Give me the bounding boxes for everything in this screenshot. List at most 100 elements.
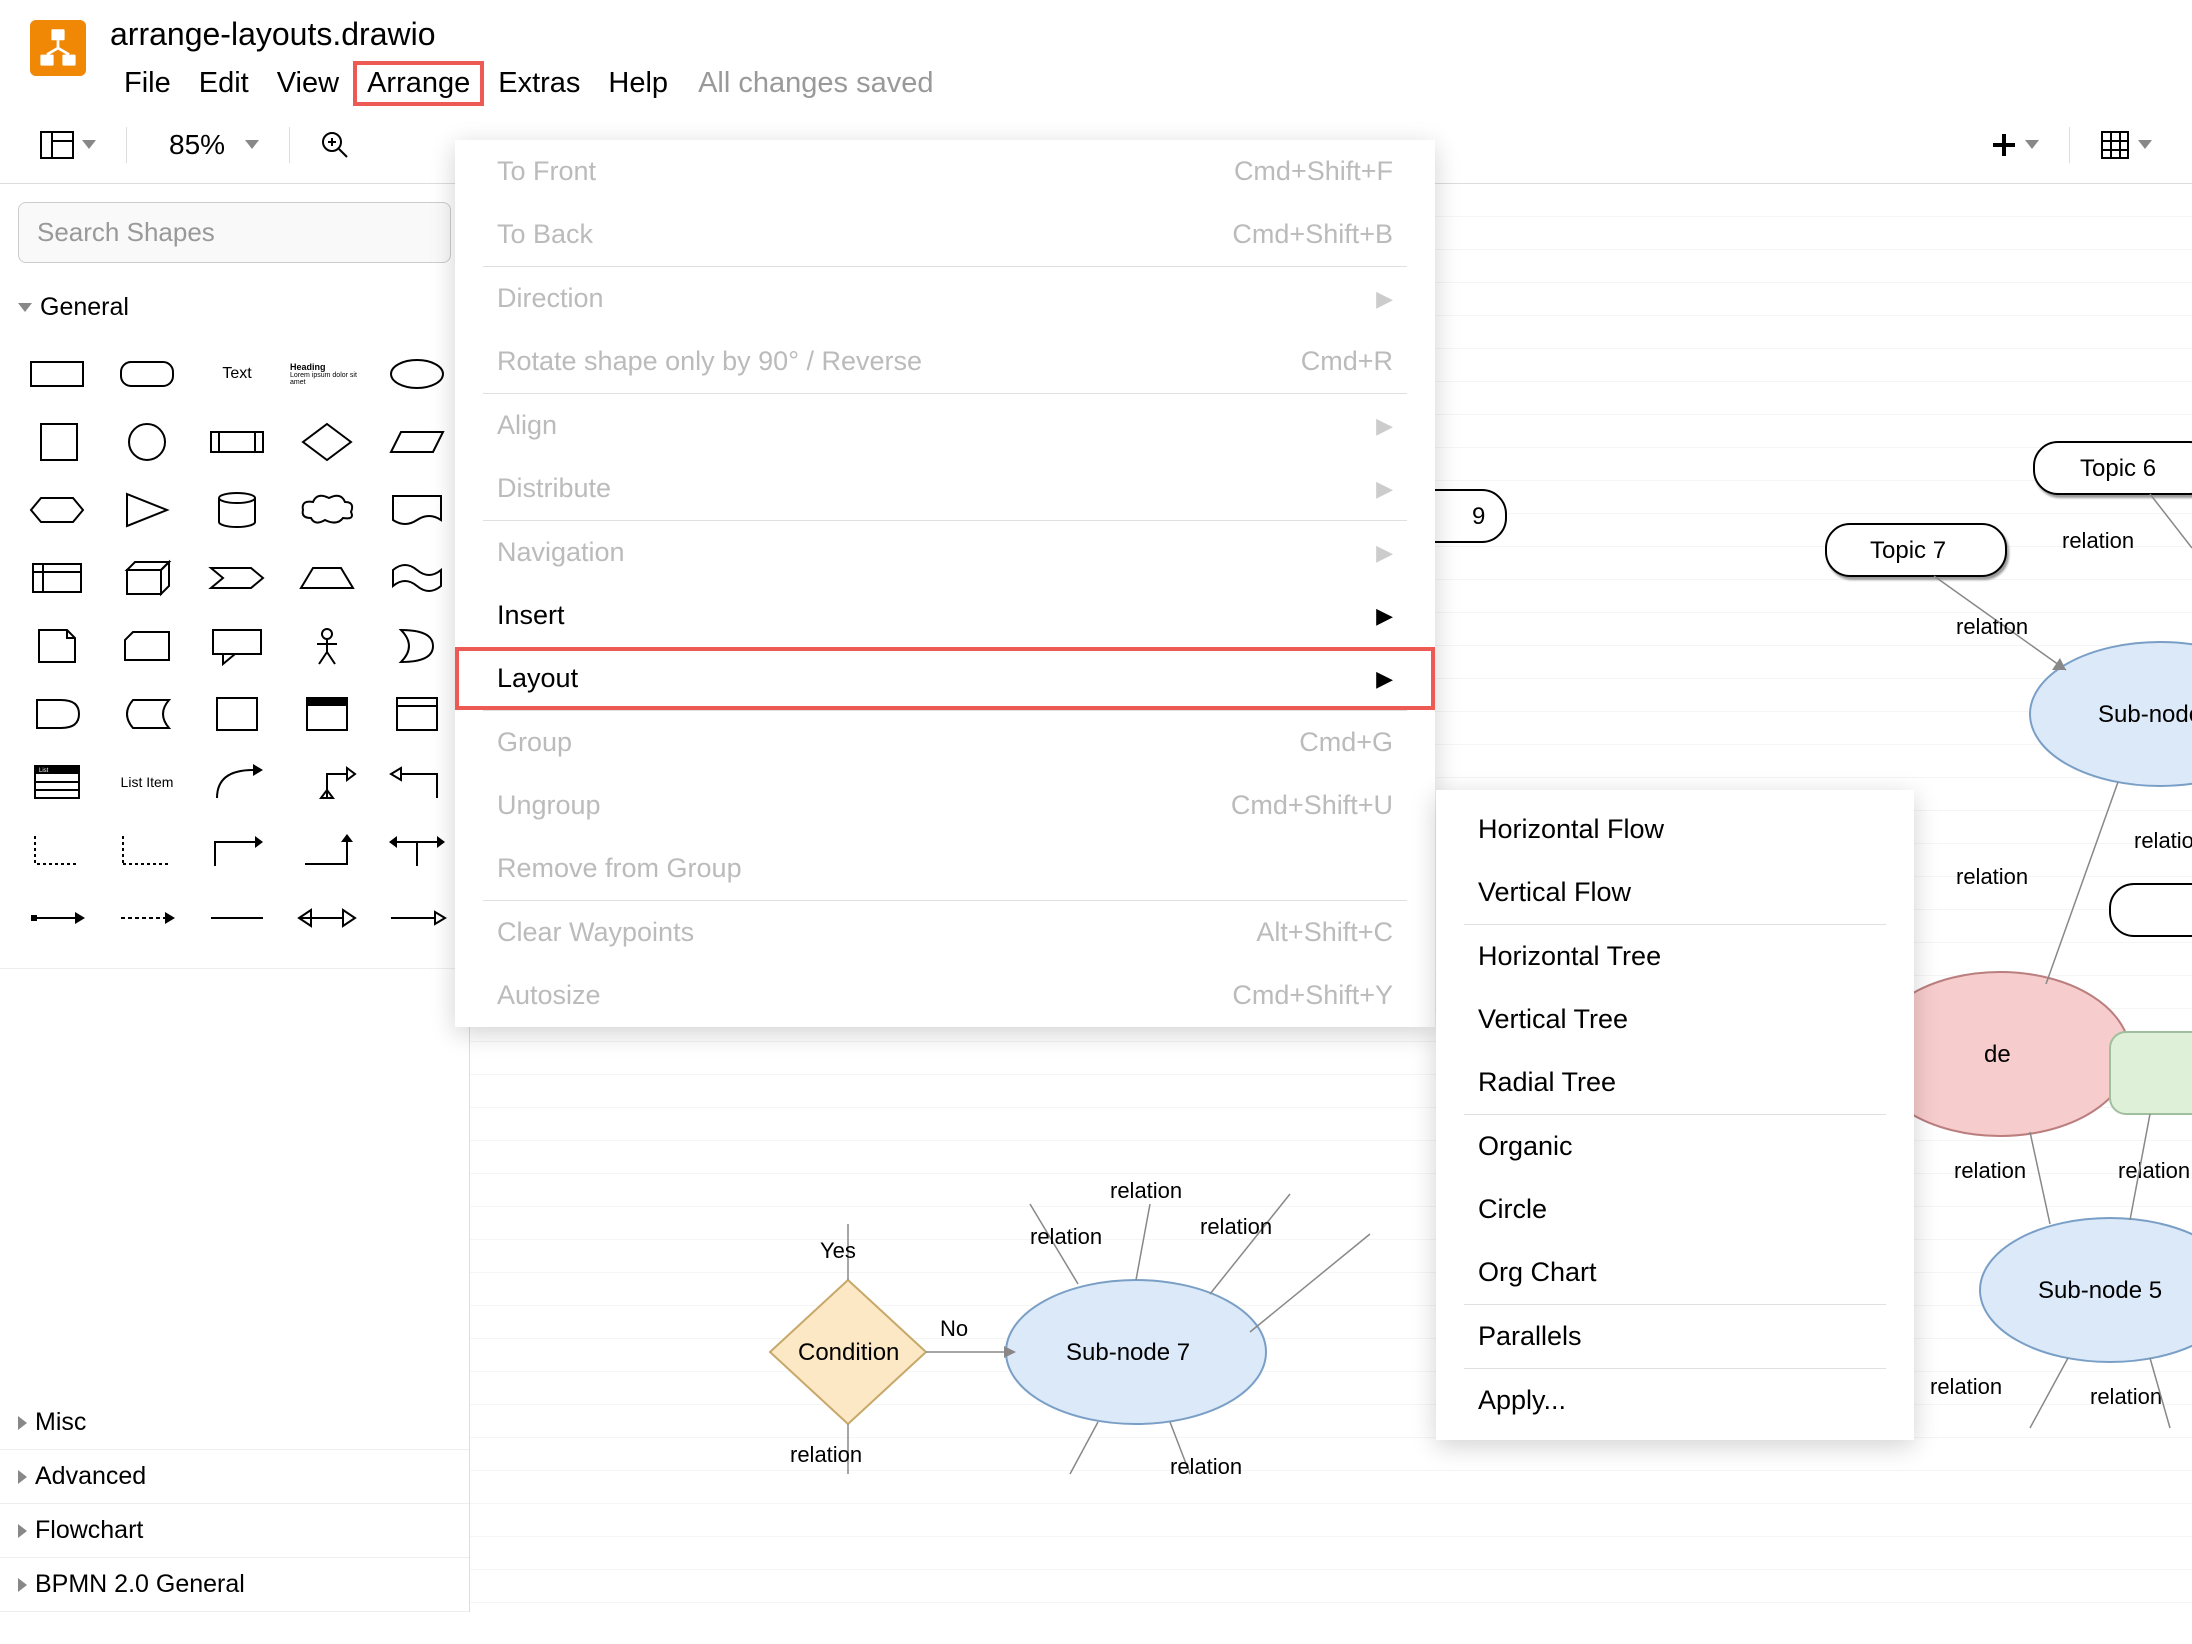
svg-text:Topic 6: Topic 6 [2080,455,2156,482]
shape-callout[interactable] [200,620,274,672]
zoom-dropdown[interactable]: 85% [147,123,269,167]
sidebar-toggle-button[interactable] [30,125,106,165]
shape-cube[interactable] [110,552,184,604]
shape-parallelogram[interactable] [380,416,454,468]
palette-flowchart-header[interactable]: Flowchart [0,1504,469,1557]
shape-square[interactable] [20,416,94,468]
table-icon [2100,130,2130,160]
menu-align[interactable]: Align▶ [455,394,1435,457]
node-topic-6[interactable]: Topic 6 [2034,442,2192,494]
shape-or[interactable] [380,620,454,672]
shape-triangle[interactable] [110,484,184,536]
shape-note[interactable] [20,620,94,672]
layout-horizontal-flow[interactable]: Horizontal Flow [1436,798,1914,861]
layout-apply[interactable]: Apply... [1436,1369,1914,1432]
layout-organic[interactable]: Organic [1436,1115,1914,1178]
layout-parallels[interactable]: Parallels [1436,1305,1914,1368]
menu-to-back[interactable]: To BackCmd+Shift+B [455,203,1435,266]
shape-bidir-arrow[interactable] [290,756,364,808]
palette-bpmn-header[interactable]: BPMN 2.0 General [0,1558,469,1611]
shape-ellipse[interactable] [380,348,454,400]
layout-vertical-flow[interactable]: Vertical Flow [1436,861,1914,924]
shape-and[interactable] [20,688,94,740]
shape-connector-1[interactable] [20,892,94,944]
layout-vertical-tree[interactable]: Vertical Tree [1436,988,1914,1051]
shape-curve-arrow[interactable] [200,756,274,808]
shape-line-dash[interactable] [110,824,184,876]
menu-edit[interactable]: Edit [185,61,263,106]
shape-hexagon[interactable] [20,484,94,536]
node-topic-7[interactable]: Topic 7 [1826,524,2006,576]
shape-cylinder[interactable] [200,484,274,536]
app-logo[interactable] [30,20,86,76]
menu-group[interactable]: GroupCmd+G [455,711,1435,774]
add-button[interactable] [1981,126,2049,164]
shape-list[interactable]: List [20,756,94,808]
menu-remove-group[interactable]: Remove from Group [455,837,1435,900]
menu-autosize[interactable]: AutosizeCmd+Shift+Y [455,964,1435,1027]
menu-help[interactable]: Help [594,61,682,106]
node-condition[interactable]: Condition [770,1280,926,1424]
shape-titled-container[interactable] [290,688,364,740]
menu-direction[interactable]: Direction▶ [455,267,1435,330]
shape-document[interactable] [380,484,454,536]
menu-arrange[interactable]: Arrange [353,61,484,106]
shape-connector-5[interactable] [380,892,454,944]
shape-step[interactable] [200,552,274,604]
shape-frame[interactable] [380,688,454,740]
shape-trapezoid[interactable] [290,552,364,604]
table-button[interactable] [2090,124,2162,166]
shape-internal-storage[interactable] [20,552,94,604]
menu-file[interactable]: File [110,61,185,106]
menu-navigation[interactable]: Navigation▶ [455,521,1435,584]
menu-ungroup[interactable]: UngroupCmd+Shift+U [455,774,1435,837]
shape-process[interactable] [200,416,274,468]
layout-circle[interactable]: Circle [1436,1178,1914,1241]
search-shapes-input[interactable] [18,202,451,263]
separator [126,127,127,163]
shape-double-arrow-line[interactable] [380,824,454,876]
shape-container[interactable] [200,688,274,740]
shape-connector-2[interactable] [110,892,184,944]
shape-textbox[interactable]: HeadingLorem ipsum dolor sit amet [290,348,364,400]
palette-misc-header[interactable]: Misc [0,1396,469,1449]
menu-extras[interactable]: Extras [484,61,594,106]
menu-insert[interactable]: Insert▶ [455,584,1435,647]
node-unnamed-pill[interactable] [2110,884,2192,936]
shape-dashed-corner[interactable] [20,824,94,876]
layout-radial-tree[interactable]: Radial Tree [1436,1051,1914,1114]
svg-text:relation: relation [1170,1454,1242,1479]
shape-card[interactable] [110,620,184,672]
shape-arrow-left[interactable] [380,756,454,808]
shape-connector-4[interactable] [290,892,364,944]
menu-rotate[interactable]: Rotate shape only by 90° / ReverseCmd+R [455,330,1435,393]
shape-data-storage[interactable] [110,688,184,740]
shape-connector-3[interactable] [200,892,274,944]
shape-circle[interactable] [110,416,184,468]
shape-up-arrow-line[interactable] [290,824,364,876]
palette-general-header[interactable]: General [0,281,469,334]
palette-advanced-header[interactable]: Advanced [0,1450,469,1503]
menu-distribute[interactable]: Distribute▶ [455,457,1435,520]
menu-clear-waypoints[interactable]: Clear WaypointsAlt+Shift+C [455,901,1435,964]
menu-layout[interactable]: Layout▶ [455,647,1435,710]
shape-actor[interactable] [290,620,364,672]
layout-horizontal-tree[interactable]: Horizontal Tree [1436,925,1914,988]
shape-rounded-rectangle[interactable] [110,348,184,400]
menu-view[interactable]: View [263,61,353,106]
shape-tape[interactable] [380,552,454,604]
zoom-in-button[interactable] [310,124,360,166]
shape-diamond[interactable] [290,416,364,468]
node-subnode[interactable]: Sub-node [2030,642,2192,786]
node-green[interactable] [2110,1032,2192,1114]
node-subnode-5[interactable]: Sub-node 5 [1980,1218,2192,1362]
shape-right-arrow-line[interactable] [200,824,274,876]
layout-org-chart[interactable]: Org Chart [1436,1241,1914,1304]
node-subnode-7[interactable]: Sub-node 7 [1006,1280,1266,1424]
document-title[interactable]: arrange-layouts.drawio [110,8,933,53]
menu-to-front[interactable]: To FrontCmd+Shift+F [455,140,1435,203]
shape-rectangle[interactable] [20,348,94,400]
shape-cloud[interactable] [290,484,364,536]
shape-list-item[interactable]: List Item [110,756,184,808]
shape-text[interactable]: Text [200,348,274,400]
